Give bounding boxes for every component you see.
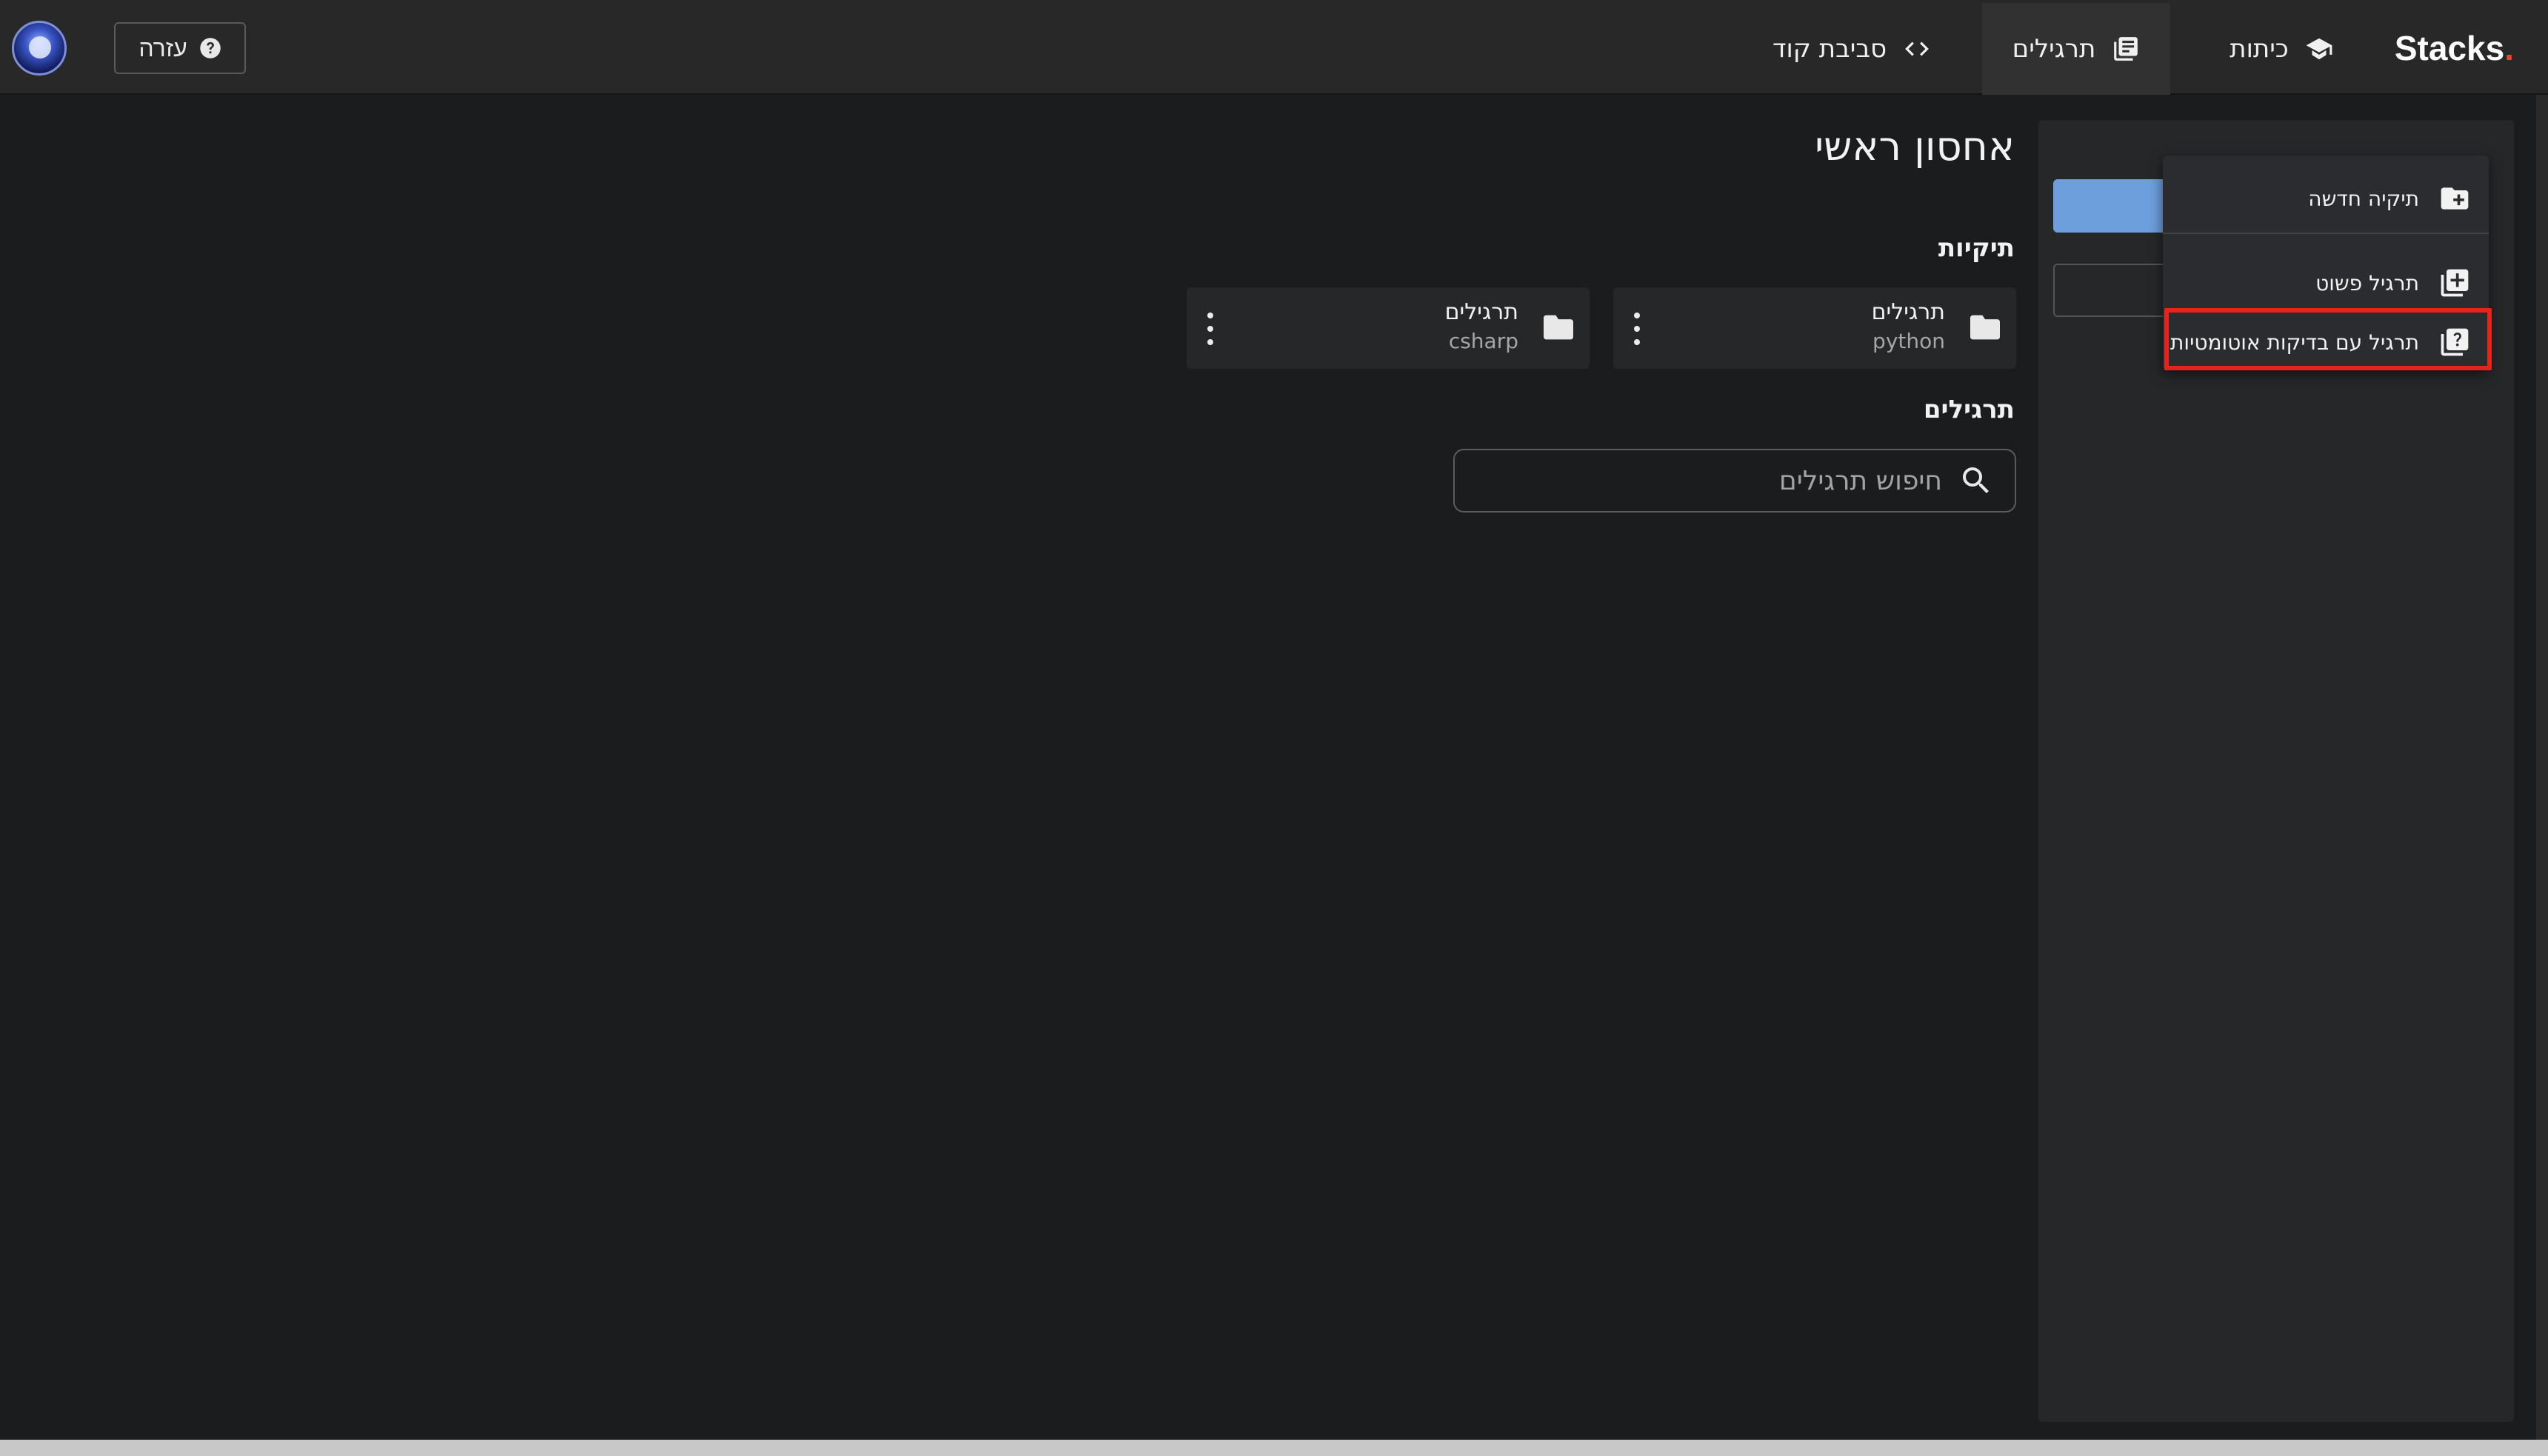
vertical-scrollbar[interactable] xyxy=(2536,95,2548,1440)
exercises-section-title: תרגילים xyxy=(1923,395,2015,424)
page-title: אחסון ראשי xyxy=(1815,123,2015,170)
graduation-cap-icon xyxy=(2306,38,2332,60)
menu-item-auto-test-exercise-label: תרגיל עם בדיקות אוטומטיות xyxy=(2170,330,2419,355)
folder-name: תרגילים xyxy=(1871,299,1945,325)
help-circle-icon xyxy=(199,38,221,59)
quiz-icon xyxy=(2441,328,2469,356)
app-root: Stacks. כיתות תרגילים סביבת קוד עזרה תיק… xyxy=(0,0,2548,1456)
help-button[interactable]: עזרה xyxy=(114,22,246,74)
menu-item-simple-exercise-label: תרגיל פשוט xyxy=(2315,270,2419,295)
folder-card[interactable]: תרגילים csharp xyxy=(1187,287,1590,369)
menu-divider xyxy=(2163,233,2489,234)
folder-name: תרגילים xyxy=(1444,299,1518,325)
horizontal-scrollbar[interactable] xyxy=(0,1440,2548,1456)
user-avatar[interactable] xyxy=(12,21,67,76)
folder-language: csharp xyxy=(1448,329,1518,353)
brand-name: Stacks xyxy=(2394,29,2505,67)
create-new-folder-icon xyxy=(2441,187,2469,210)
menu-item-new-folder-label: תיקיה חדשה xyxy=(2308,186,2419,211)
folder-language: python xyxy=(1872,329,1945,353)
more-vert-icon[interactable] xyxy=(1203,313,1218,345)
code-brackets-icon xyxy=(1905,41,1929,56)
nav-ide[interactable]: סביבת קוד xyxy=(1748,3,1955,95)
folder-icon xyxy=(1542,313,1575,342)
menu-item-auto-test-exercise[interactable]: תרגיל עם בדיקות אוטומטיות xyxy=(2163,311,2489,373)
top-bar: Stacks. כיתות תרגילים סביבת קוד עזרה xyxy=(0,0,2548,95)
nav-courses[interactable]: כיתות xyxy=(2200,3,2363,95)
folder-card[interactable]: תרגילים python xyxy=(1613,287,2016,369)
nav-courses-label: כיתות xyxy=(2230,34,2289,64)
menu-item-new-folder[interactable]: תיקיה חדשה xyxy=(2163,167,2489,230)
folder-icon xyxy=(1969,313,2001,342)
menu-item-simple-exercise[interactable]: תרגיל פשוט xyxy=(2163,252,2489,314)
create-menu: תיקיה חדשה תרגיל פשוט תרגיל עם בדיקות או… xyxy=(2163,156,2489,370)
help-button-label: עזרה xyxy=(139,34,187,61)
folders-section-title: תיקיות xyxy=(1938,233,2015,263)
secondary-button[interactable] xyxy=(2053,264,2172,317)
brand-dot: . xyxy=(2504,29,2514,67)
create-button[interactable] xyxy=(2053,179,2172,233)
brand-logo[interactable]: Stacks. xyxy=(2395,22,2514,74)
library-books-icon xyxy=(2114,37,2138,61)
search-icon xyxy=(1963,467,1989,493)
more-vert-icon[interactable] xyxy=(1630,313,1644,345)
library-add-icon xyxy=(2441,269,2469,297)
nav-ide-label: סביבת קוד xyxy=(1772,34,1887,64)
nav-exercises[interactable]: תרגילים xyxy=(1982,3,2170,95)
nav-exercises-label: תרגילים xyxy=(2012,34,2096,64)
search-input[interactable] xyxy=(1498,465,1942,496)
exercise-search[interactable] xyxy=(1453,449,2016,512)
